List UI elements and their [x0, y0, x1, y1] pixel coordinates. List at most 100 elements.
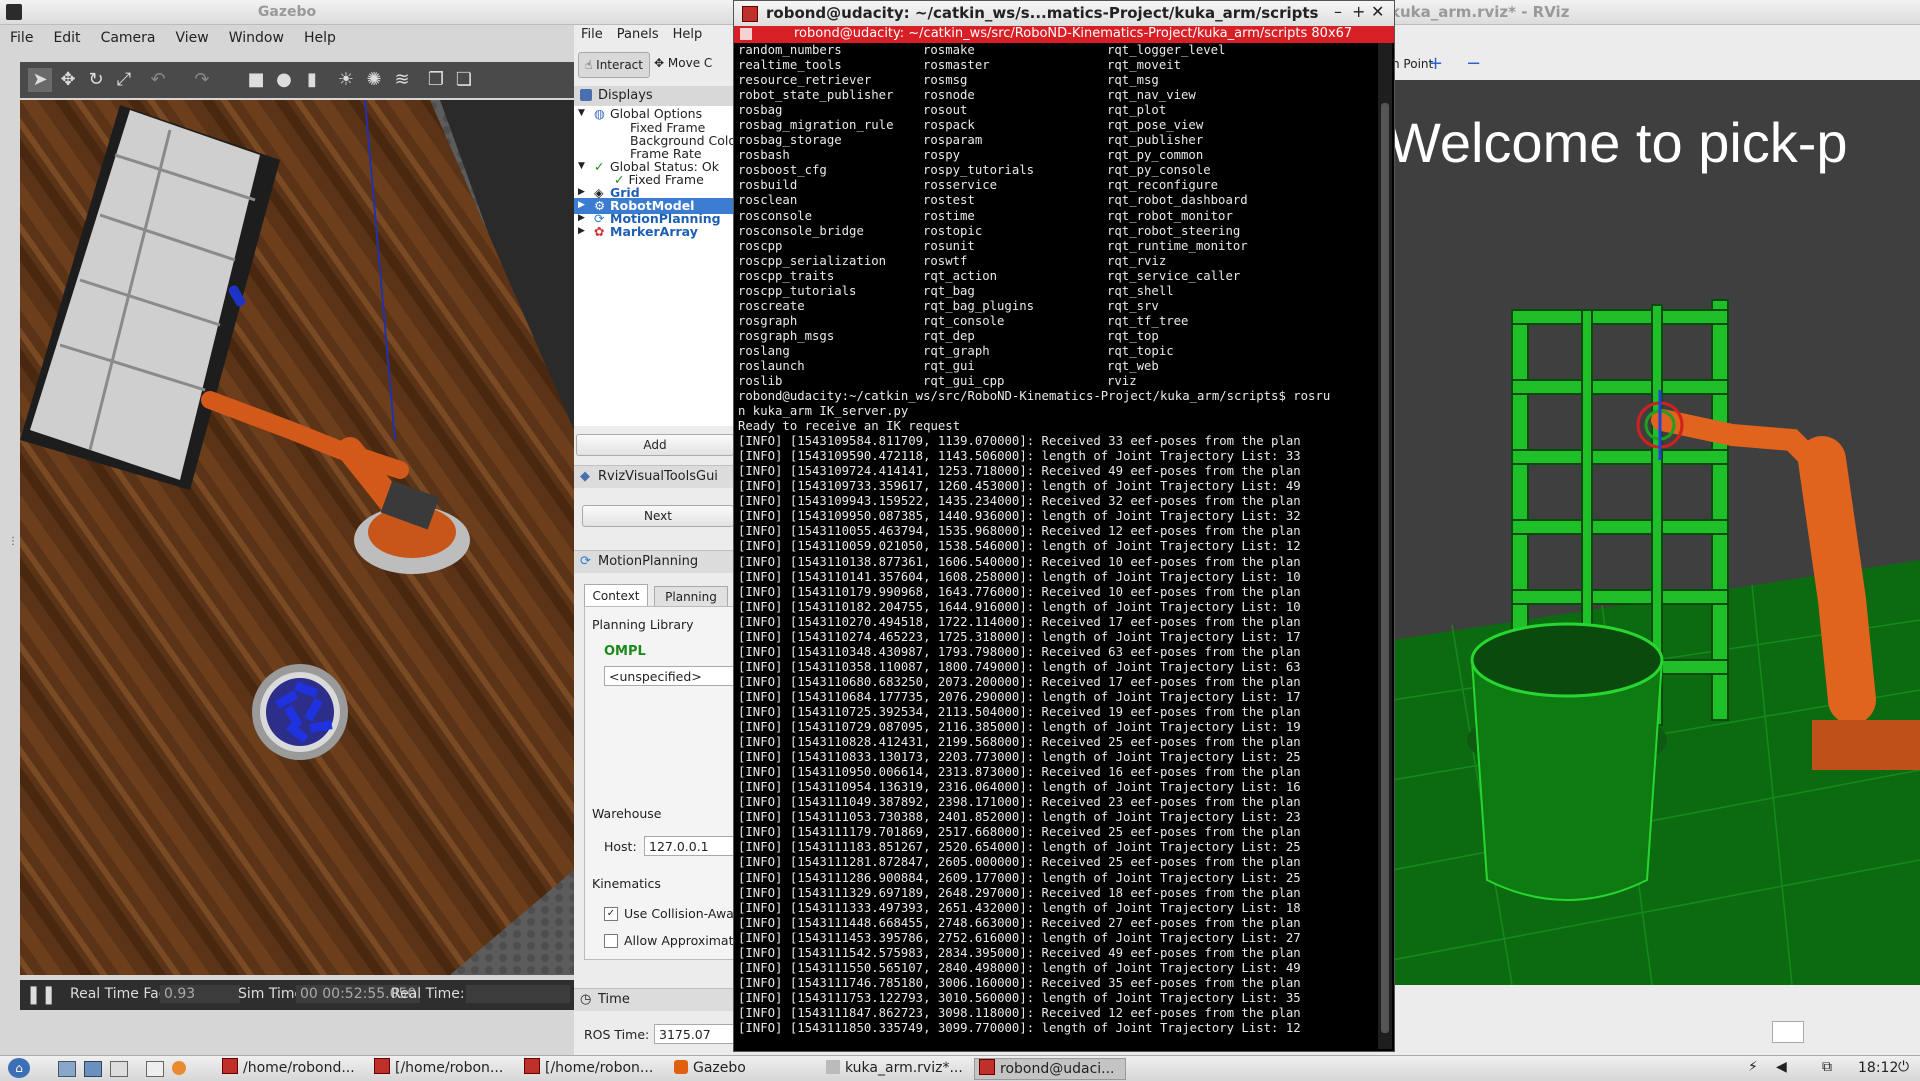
- ros-time-label: ROS Time:: [584, 1027, 650, 1042]
- menu-window[interactable]: Window: [219, 26, 294, 50]
- rviz-3d-view[interactable]: Welcome to pick-p: [1392, 80, 1920, 985]
- marker-array-label: MarkerArray: [610, 224, 698, 239]
- add-display-button[interactable]: Add: [576, 434, 734, 456]
- next-button[interactable]: Next: [582, 505, 734, 527]
- use-collision-checkbox[interactable]: ✓: [604, 907, 618, 921]
- gazebo-title: Gazebo: [257, 4, 317, 20]
- gazebo-scene-drawing: [20, 100, 574, 975]
- rviz-bottom-field[interactable]: [1772, 1021, 1804, 1043]
- taskbar-item-terminal-2[interactable]: [/home/robon...: [374, 1058, 503, 1078]
- spot-light-icon[interactable]: ✺: [362, 68, 386, 92]
- network-tray-icon[interactable]: ⧉: [1822, 1059, 1832, 1075]
- taskbar-item-label: [/home/robon...: [545, 1060, 654, 1076]
- rviz-menu-panels[interactable]: Panels: [610, 24, 666, 45]
- maximize-icon[interactable]: +: [1352, 2, 1365, 21]
- move-camera-tool[interactable]: ✥ Move C: [654, 56, 712, 70]
- expand-arrow-icon[interactable]: ▶: [578, 200, 585, 210]
- host-input[interactable]: 127.0.0.1: [644, 836, 734, 856]
- point-light-icon[interactable]: ☀: [334, 68, 358, 92]
- browser-launcher-icon[interactable]: [172, 1061, 186, 1075]
- real-time-value: [466, 985, 570, 1003]
- remove-tool-icon[interactable]: −: [1466, 53, 1481, 74]
- pause-icon[interactable]: ❚❚: [26, 984, 56, 1005]
- select-mode-icon[interactable]: ➤: [28, 68, 52, 92]
- terminal-launcher-icon[interactable]: [110, 1061, 128, 1077]
- sphere-shape-icon[interactable]: ●: [272, 68, 296, 92]
- tab-planning[interactable]: Planning: [654, 586, 728, 608]
- terminal-app-icon: [742, 6, 758, 22]
- scale-mode-icon[interactable]: ⤢: [112, 68, 136, 92]
- paste-icon[interactable]: ❏: [452, 68, 476, 92]
- copy-icon[interactable]: ❐: [424, 68, 448, 92]
- kinematics-label: Kinematics: [592, 876, 661, 891]
- undo-icon[interactable]: ↶: [146, 68, 170, 92]
- tab-context[interactable]: Context: [584, 584, 648, 607]
- gazebo-menubar: File Edit Camera View Window Help: [0, 26, 574, 52]
- rviz-title: kuka_arm.rviz* - RViz: [1390, 3, 1570, 21]
- gazebo-toolbar: ➤ ✥ ↻ ⤢ ↶ ↷ ■ ● ▮ ☀ ✺ ≋ ❐ ❏: [20, 62, 574, 98]
- file-manager-icon[interactable]: [84, 1061, 102, 1077]
- taskbar-item-terminal-1[interactable]: /home/robond...: [222, 1058, 355, 1078]
- box-shape-icon[interactable]: ■: [244, 68, 268, 92]
- terminal-log: robond@udacity:~/catkin_ws/src/RoboND-Ki…: [738, 389, 1331, 1035]
- rtf-value: 0.93: [160, 985, 240, 1003]
- motion-planning-panel-title: MotionPlanning: [598, 554, 699, 569]
- menu-help[interactable]: Help: [294, 26, 346, 50]
- rviz-menu-file[interactable]: File: [574, 24, 610, 45]
- minimize-icon[interactable]: –: [1334, 2, 1342, 21]
- close-icon[interactable]: ✕: [1371, 2, 1384, 21]
- expand-arrow-icon[interactable]: ▶: [578, 213, 585, 223]
- translate-mode-icon[interactable]: ✥: [56, 68, 80, 92]
- interact-tool-button[interactable]: ☝ Interact: [578, 52, 650, 78]
- allow-approx-checkbox[interactable]: [604, 934, 618, 948]
- rviz-menu-help[interactable]: Help: [666, 24, 710, 45]
- warehouse-label: Warehouse: [592, 806, 662, 821]
- planner-select[interactable]: <unspecified>: [604, 666, 734, 686]
- taskbar-item-gazebo[interactable]: Gazebo: [674, 1058, 746, 1078]
- expand-arrow-icon[interactable]: ▶: [578, 187, 585, 197]
- expand-arrow-icon[interactable]: ▼: [578, 108, 585, 118]
- time-panel-header: ◷ Time: [574, 988, 734, 1011]
- rotate-mode-icon[interactable]: ↻: [84, 68, 108, 92]
- terminal-titlebar[interactable]: robond@udacity: ~/catkin_ws/s...matics-P…: [734, 1, 1394, 27]
- tree-marker-array[interactable]: ▶ ✿ MarkerArray: [574, 224, 734, 240]
- gazebo-3d-scene[interactable]: [20, 100, 574, 975]
- editor-launcher-icon[interactable]: [146, 1061, 164, 1077]
- taskbar-item-rviz[interactable]: kuka_arm.rviz*...: [826, 1058, 963, 1078]
- show-desktop-icon[interactable]: [58, 1061, 76, 1077]
- menu-edit[interactable]: Edit: [43, 26, 90, 50]
- terminal-small-icon: [374, 1058, 390, 1074]
- taskbar-item-terminal-active[interactable]: robond@udaci...: [974, 1058, 1126, 1080]
- time-panel-title: Time: [598, 992, 630, 1007]
- taskbar-item-label: [/home/robon...: [395, 1060, 504, 1076]
- menu-camera[interactable]: Camera: [91, 26, 166, 50]
- displays-panel-header: Displays: [574, 86, 734, 107]
- marker-array-icon: ✿: [594, 224, 605, 239]
- globe-icon: ◍: [594, 106, 605, 121]
- terminal-scrollbar[interactable]: [1378, 43, 1392, 1049]
- power-off-icon[interactable]: ⏻: [1898, 1059, 1909, 1075]
- side-handle[interactable]: ⋮: [8, 536, 18, 547]
- terminal-tab[interactable]: robond@udacity: ~/catkin_ws/src/RoboND-K…: [734, 26, 1394, 43]
- menu-view[interactable]: View: [166, 26, 219, 50]
- expand-arrow-icon[interactable]: ▶: [578, 226, 585, 236]
- taskbar: ⌂ /home/robond... [/home/robon... [/home…: [0, 1055, 1920, 1081]
- add-tool-icon[interactable]: +: [1428, 53, 1443, 74]
- terminal-scroll-thumb[interactable]: [1381, 103, 1389, 1033]
- expand-arrow-icon[interactable]: ▼: [578, 161, 585, 171]
- cylinder-shape-icon[interactable]: ▮: [300, 68, 324, 92]
- taskbar-item-terminal-3[interactable]: [/home/robon...: [524, 1058, 653, 1078]
- power-tray-icon[interactable]: ⚡: [1748, 1059, 1758, 1075]
- directional-light-icon[interactable]: ≋: [390, 68, 414, 92]
- terminal-window[interactable]: robond@udacity: ~/catkin_ws/s...matics-P…: [733, 0, 1395, 1052]
- terminal-output[interactable]: random_numbers realtime_tools resource_r…: [738, 43, 1368, 1043]
- volume-tray-icon[interactable]: ◀: [1776, 1059, 1787, 1075]
- gazebo-titlebar[interactable]: Gazebo: [0, 0, 574, 25]
- package-column-3: rqt_logger_level rqt_moveit rqt_msg rqt_…: [1107, 43, 1248, 389]
- rviz-scene-drawing: [1392, 80, 1920, 985]
- gazebo-window: Gazebo File Edit Camera View Window Help ➤ ✥ …: [0, 0, 574, 1055]
- allow-approx-label: Allow Approximate: [624, 933, 742, 948]
- start-menu-icon[interactable]: ⌂: [8, 1058, 30, 1078]
- redo-icon[interactable]: ↷: [190, 68, 214, 92]
- menu-file[interactable]: File: [0, 26, 43, 50]
